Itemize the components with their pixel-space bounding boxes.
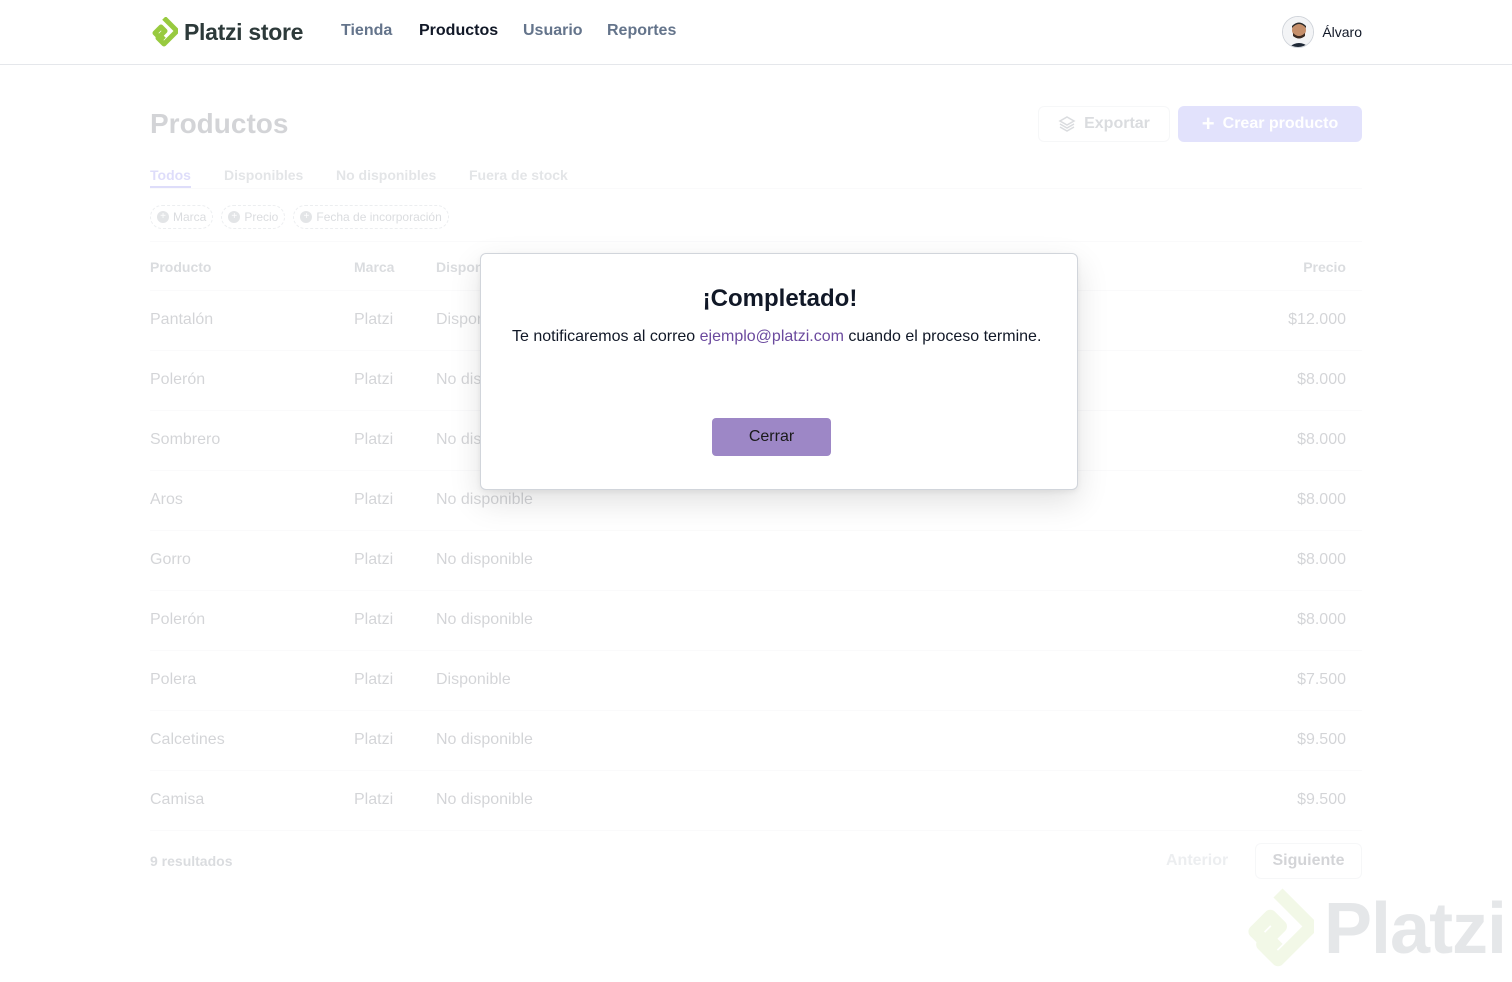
brand-cell: Platzi <box>354 491 394 508</box>
price-cell: $12.000 <box>1288 311 1346 328</box>
availability-cell: No disponible <box>436 551 533 568</box>
table-row[interactable]: Gorro Platzi No disponible $8.000 <box>150 531 1362 591</box>
email-link[interactable]: ejemplo@platzi.com <box>700 328 844 345</box>
dialog-title: ¡Completado! <box>702 285 858 312</box>
availability-cell: Disponible <box>436 671 511 688</box>
filter-chip-label: Precio <box>244 210 279 224</box>
filter-chips: + Marca + Precio + Fecha de incorporació… <box>150 205 449 229</box>
watermark-text: Platzi <box>1324 889 1507 969</box>
product-cell: Aros <box>150 491 183 508</box>
filter-chip-marca[interactable]: + Marca <box>150 205 214 229</box>
export-button[interactable]: Exportar <box>1038 106 1170 142</box>
column-header-producto[interactable]: Producto <box>150 259 211 275</box>
avatar <box>1282 16 1315 48</box>
nav-link-reportes[interactable]: Reportes <box>607 22 676 40</box>
dialog-message-end: cuando el proceso termine. <box>843 328 1042 345</box>
tab-todos[interactable]: Todos <box>150 167 191 188</box>
table-row[interactable]: Calcetines Platzi No disponible $9.500 <box>150 711 1362 771</box>
availability-cell: No disponible <box>436 791 533 808</box>
filter-chip-fecha[interactable]: + Fecha de incorporación <box>293 205 449 229</box>
nav-link-productos[interactable]: Productos <box>419 22 498 40</box>
completed-dialog: ¡Completado! Te notificaremos al correo … <box>480 253 1078 490</box>
store-logo[interactable]: Platzi store <box>150 17 303 47</box>
tab-disponibles[interactable]: Disponibles <box>224 167 303 183</box>
product-cell: Polerón <box>150 371 206 388</box>
plus-icon: + <box>1201 111 1215 136</box>
results-count: 9 resultados <box>150 853 233 869</box>
table-row[interactable]: Polera Platzi Disponible $7.500 <box>150 651 1362 711</box>
logo-text: Platzi store <box>184 18 304 45</box>
brand-cell: Platzi <box>354 671 394 688</box>
price-cell: $8.000 <box>1297 611 1346 628</box>
nav-link-usuario[interactable]: Usuario <box>523 22 583 40</box>
product-cell: Polerón <box>150 611 206 628</box>
brand-cell: Platzi <box>354 611 394 628</box>
filter-chip-label: Fecha de incorporación <box>316 210 442 224</box>
tab-fuera-de-stock[interactable]: Fuera de stock <box>469 167 568 183</box>
brand-cell: Platzi <box>354 731 394 748</box>
brand-cell: Platzi <box>354 311 394 328</box>
dialog-message-start: Te notificaremos al correo <box>512 328 700 345</box>
dialog-message: Te notificaremos al correo ejemplo@platz… <box>512 326 1052 348</box>
product-cell: Polera <box>150 671 197 688</box>
table-footer: 9 resultados Anterior Siguiente <box>150 843 1362 879</box>
top-navbar: Platzi store Tienda Productos Usuario Re… <box>0 0 1512 65</box>
close-button[interactable]: Cerrar <box>712 418 831 456</box>
price-cell: $8.000 <box>1297 491 1346 508</box>
brand-cell: Platzi <box>354 431 394 448</box>
add-circle-icon: + <box>157 211 169 223</box>
brand-cell: Platzi <box>354 791 394 808</box>
brand-cell: Platzi <box>354 551 394 568</box>
table-row[interactable]: Camisa Platzi No disponible $9.500 <box>150 771 1362 831</box>
availability-cell: No disponible <box>436 611 533 628</box>
price-cell: $8.000 <box>1297 371 1346 388</box>
add-circle-icon: + <box>228 211 241 223</box>
platzi-logo-icon <box>1248 888 1314 967</box>
filter-tabs: Todos Disponibles No disponibles Fuera d… <box>150 165 1362 189</box>
availability-cell: No disponible <box>436 731 533 748</box>
platzi-logo-icon <box>152 17 178 47</box>
tab-no-disponibles[interactable]: No disponibles <box>336 167 436 183</box>
user-menu[interactable]: Álvaro <box>1282 16 1362 48</box>
layers-icon <box>1058 116 1076 132</box>
create-product-button[interactable]: + Crear producto <box>1178 106 1362 142</box>
page-title: Productos <box>150 108 289 139</box>
price-cell: $8.000 <box>1297 551 1346 568</box>
user-name: Álvaro <box>1322 24 1362 40</box>
export-label: Exportar <box>1084 115 1150 132</box>
column-header-precio[interactable]: Precio <box>1303 259 1346 275</box>
platzi-watermark: Platzi <box>1242 888 1507 970</box>
filter-chip-label: Marca <box>173 210 207 224</box>
product-cell: Calcetines <box>150 731 225 748</box>
product-cell: Sombrero <box>150 431 221 448</box>
create-label: Crear producto <box>1222 115 1339 132</box>
price-cell: $7.500 <box>1297 671 1346 688</box>
previous-button[interactable]: Anterior <box>1166 852 1228 870</box>
column-header-marca[interactable]: Marca <box>354 259 394 275</box>
brand-cell: Platzi <box>354 371 394 388</box>
product-cell: Gorro <box>150 551 191 568</box>
product-cell: Camisa <box>150 791 205 808</box>
availability-cell: No disponible <box>436 491 533 508</box>
next-button[interactable]: Siguiente <box>1255 843 1362 879</box>
price-cell: $9.500 <box>1297 731 1346 748</box>
add-circle-icon: + <box>300 211 313 223</box>
price-cell: $8.000 <box>1297 431 1346 448</box>
table-row[interactable]: Polerón Platzi No disponible $8.000 <box>150 591 1362 651</box>
nav-link-tienda[interactable]: Tienda <box>341 22 392 40</box>
filter-chip-precio[interactable]: + Precio <box>221 205 286 229</box>
price-cell: $9.500 <box>1297 791 1346 808</box>
product-cell: Pantalón <box>150 311 214 328</box>
